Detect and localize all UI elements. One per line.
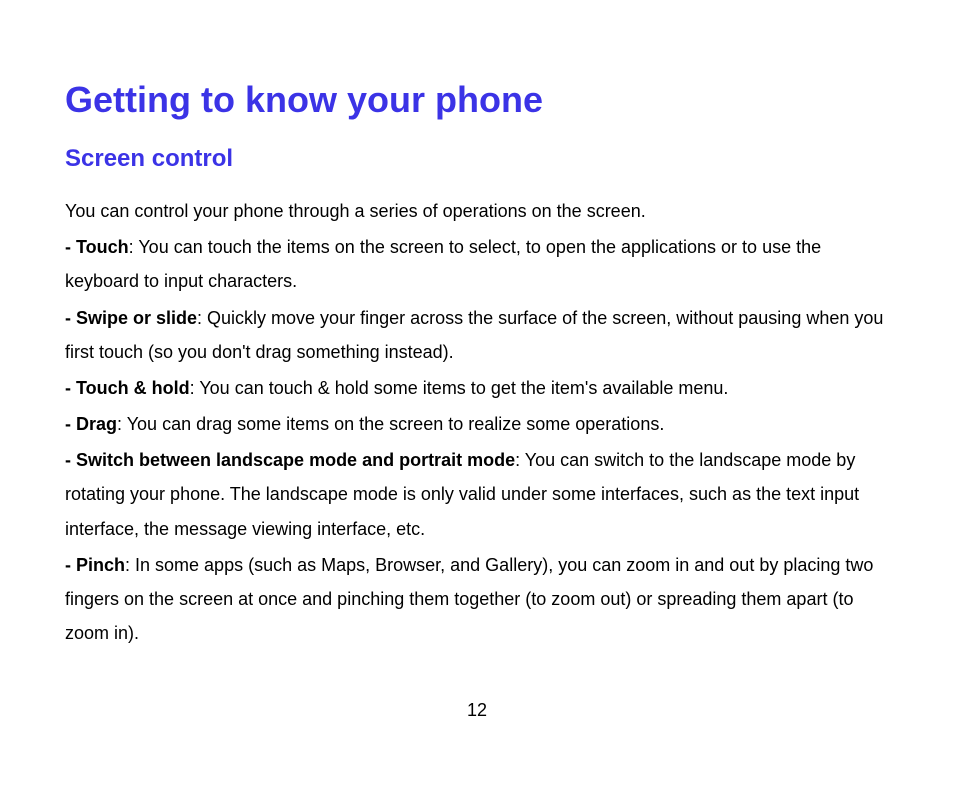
item-label: - Switch between landscape mode and port… (65, 450, 515, 470)
item-label: - Touch (65, 237, 129, 257)
list-item: - Touch & hold: You can touch & hold som… (65, 371, 889, 405)
item-label: - Pinch (65, 555, 125, 575)
item-text: : You can drag some items on the screen … (117, 414, 664, 434)
page-number: 12 (0, 700, 954, 721)
section-heading: Screen control (65, 146, 889, 172)
list-item: - Touch: You can touch the items on the … (65, 230, 889, 298)
item-text: : You can touch the items on the screen … (65, 237, 821, 291)
item-text: : You can touch & hold some items to get… (190, 378, 729, 398)
item-label: - Drag (65, 414, 117, 434)
item-label: - Touch & hold (65, 378, 190, 398)
item-label: - Swipe or slide (65, 308, 197, 328)
list-item: - Pinch: In some apps (such as Maps, Bro… (65, 548, 889, 651)
document-page: Getting to know your phone Screen contro… (0, 0, 954, 650)
list-item: - Switch between landscape mode and port… (65, 443, 889, 546)
list-item: - Drag: You can drag some items on the s… (65, 407, 889, 441)
page-title: Getting to know your phone (65, 80, 889, 120)
intro-paragraph: You can control your phone through a ser… (65, 194, 889, 228)
list-item: - Swipe or slide: Quickly move your fing… (65, 301, 889, 369)
item-text: : In some apps (such as Maps, Browser, a… (65, 555, 873, 643)
